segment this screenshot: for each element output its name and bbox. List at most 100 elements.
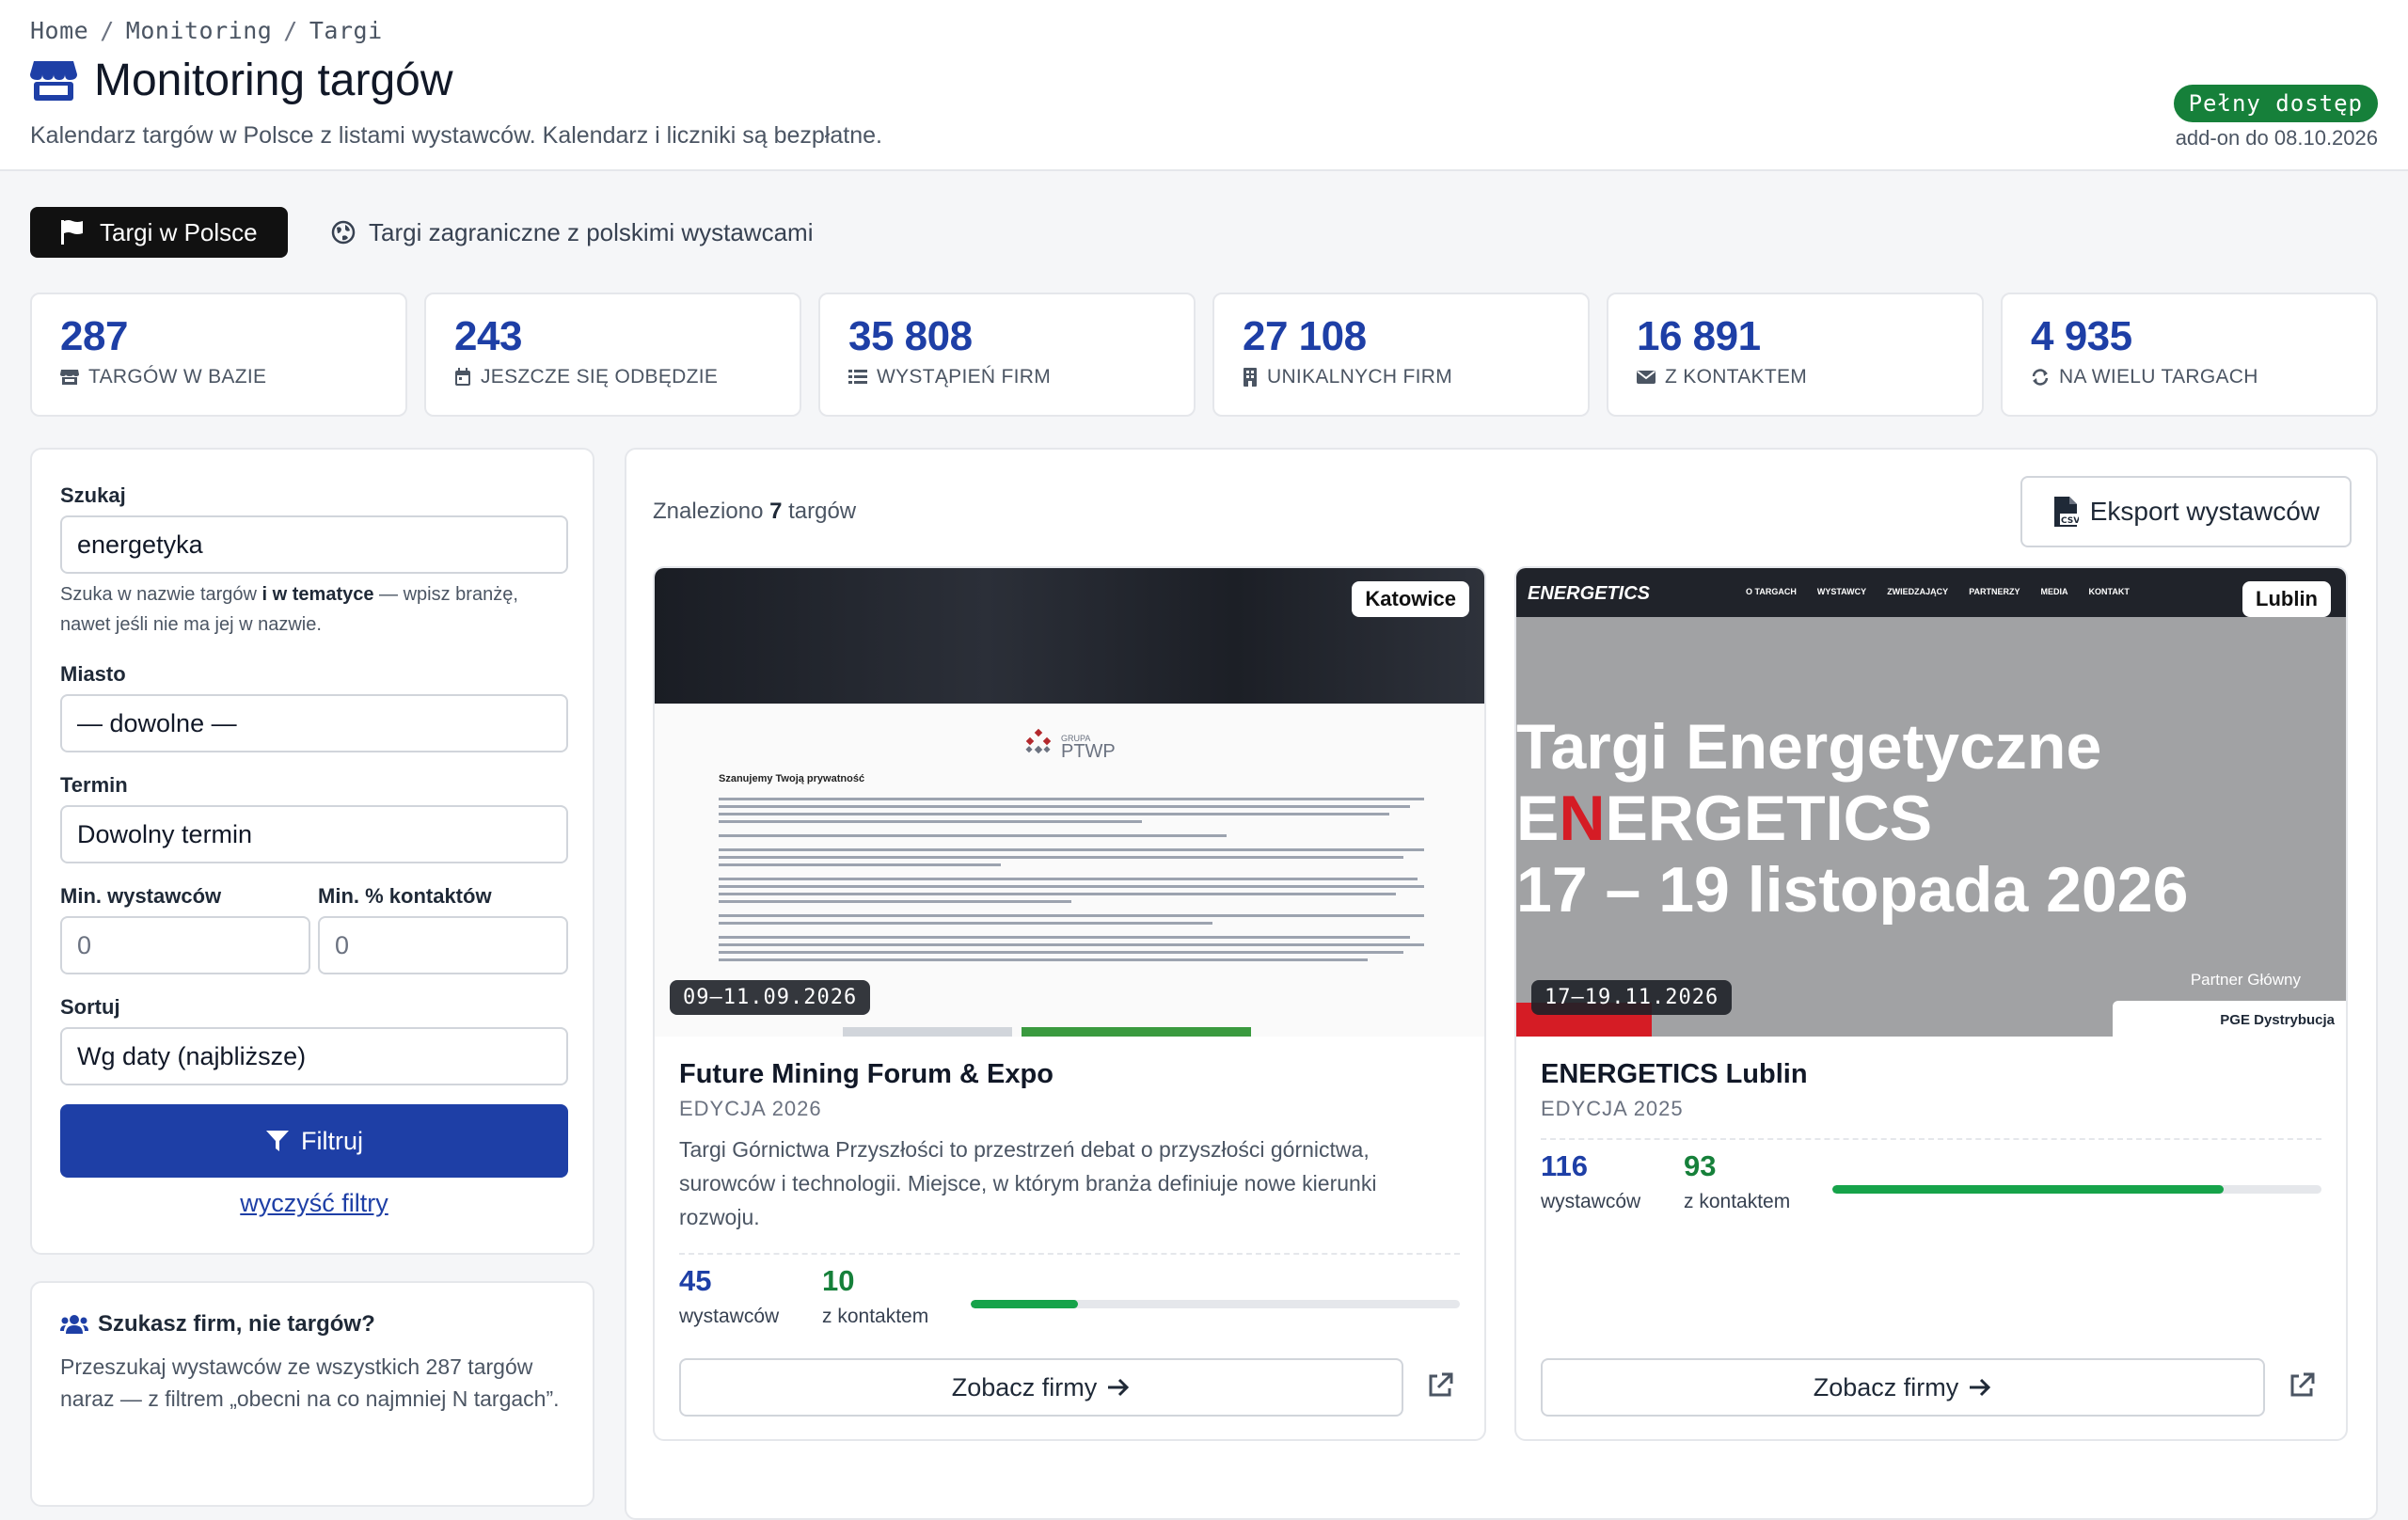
pge-logo-icon: PGE Dystrybucja: [2113, 1001, 2346, 1037]
date-badge: 09–11.09.2026: [670, 980, 871, 1015]
min-contacts-input[interactable]: 0: [318, 916, 568, 974]
clear-filters-link[interactable]: wyczyść filtry: [60, 1189, 568, 1218]
results-panel: Znaleziono 7 targów CSV Eksport wystawcó…: [625, 448, 2378, 1520]
fair-thumbnail[interactable]: GRUPA PTWP Szanujemy Twoją prywatność Kat…: [655, 568, 1484, 1037]
exhibitors-label: wystawców: [679, 1306, 780, 1327]
arrow-right-icon: [1970, 1378, 1991, 1397]
min-exhibitors-input[interactable]: 0: [60, 916, 310, 974]
site-menu: O TARGACH WYSTAWCY ZWIEDZAJĄCY PARTNERZY MED…: [1746, 587, 2130, 596]
see-companies-label: Zobacz firmy: [1813, 1372, 1959, 1401]
stat-card-multiple-fairs: 4 935 NA WIELU TARGACH: [2001, 293, 2378, 417]
stat-value: 35 808: [848, 313, 973, 359]
stat-label: UNIKALNYCH FIRM: [1267, 366, 1453, 388]
sort-select[interactable]: Wg daty (najbliższe): [60, 1027, 568, 1085]
filter-button[interactable]: Filtruj: [60, 1104, 568, 1178]
export-button-label: Eksport wystawców: [2089, 497, 2320, 526]
external-link-icon[interactable]: [1426, 1371, 1454, 1400]
filter-button-label: Filtruj: [301, 1126, 363, 1155]
repeat-icon: [2032, 369, 2049, 386]
term-select[interactable]: Dowolny termin: [60, 805, 568, 863]
stat-value: 27 108: [1243, 313, 1367, 359]
stat-card-appearances: 35 808 WYSTĄPIEŃ FIRM: [818, 293, 1196, 417]
see-companies-button[interactable]: Zobacz firmy: [1541, 1358, 2265, 1417]
contact-ratio-bar: [1832, 1185, 2321, 1194]
users-icon: [60, 1315, 88, 1334]
flag-icon: [61, 220, 83, 245]
energetics-headline: Targi Energetyczne ENERGETICS 17 – 19 li…: [1516, 711, 2189, 926]
results-count: Znaleziono 7 targów: [653, 499, 857, 524]
svg-text:CSV: CSV: [2061, 516, 2079, 526]
stat-label: JESZCZE SIĘ ODBĘDZIE: [481, 366, 719, 388]
csv-file-icon: CSV: [2053, 497, 2079, 527]
breadcrumb: Home / Monitoring / Targi: [30, 17, 383, 44]
privacy-heading: Szanujemy Twoją prywatność: [719, 773, 865, 784]
stat-label: NA WIELU TARGACH: [2059, 366, 2258, 388]
contacts-count: 93: [1684, 1149, 1717, 1182]
search-input[interactable]: energetyka: [60, 515, 568, 574]
stat-card-unique-companies: 27 108 UNIKALNYCH FIRM: [1212, 293, 1590, 417]
filters-panel: Szukaj energetyka Szuka w nazwie targów …: [30, 448, 594, 1255]
funnel-icon: [266, 1131, 289, 1151]
fair-card: ENERGETICS O TARGACH WYSTAWCY ZWIEDZAJĄCY P…: [1514, 566, 2348, 1441]
store-icon: [60, 370, 79, 385]
min-contacts-label: Min. % kontaktów: [318, 884, 492, 908]
fair-title[interactable]: Future Mining Forum & Expo: [679, 1059, 1054, 1090]
arrow-right-icon: [1108, 1378, 1130, 1397]
stat-value: 287: [60, 313, 128, 359]
energetics-logo-icon: ENERGETICS: [1528, 583, 1651, 604]
fair-thumbnail[interactable]: ENERGETICS O TARGACH WYSTAWCY ZWIEDZAJĄCY P…: [1516, 568, 2346, 1037]
city-label: Miasto: [60, 662, 126, 686]
company-search-promo: Szukasz firm, nie targów? Przeszukaj wys…: [30, 1281, 594, 1507]
term-label: Termin: [60, 773, 128, 797]
breadcrumb-current: Targi: [309, 17, 383, 44]
envelope-icon: [1637, 371, 1656, 384]
ptwp-logo-icon: GRUPA PTWP: [1022, 728, 1116, 762]
stat-card-with-contact: 16 891 Z KONTAKTEM: [1607, 293, 1984, 417]
contacts-label: z kontaktem: [822, 1306, 929, 1327]
fair-description: Targi Górnictwa Przyszłości to przestrze…: [679, 1137, 1377, 1229]
contacts-label: z kontaktem: [1684, 1191, 1791, 1212]
stat-label: Z KONTAKTEM: [1665, 366, 1808, 388]
see-companies-label: Zobacz firmy: [951, 1372, 1098, 1401]
min-exhibitors-label: Min. wystawców: [60, 884, 222, 908]
exhibitors-count: 45: [679, 1264, 712, 1297]
promo-title: Szukasz firm, nie targów?: [98, 1311, 375, 1337]
date-badge: 17–19.11.2026: [1531, 980, 1733, 1015]
breadcrumb-home[interactable]: Home: [30, 17, 88, 44]
search-hint: Szuka w nazwie targów i w tematyce — wpi…: [60, 584, 518, 635]
stat-value: 4 935: [2031, 313, 2132, 359]
tab-label: Targi zagraniczne z polskimi wystawcami: [369, 217, 814, 246]
page-header: Home / Monitoring / Targi Monitoring targów …: [0, 0, 2408, 171]
access-badge: Pełny dostęp: [2173, 85, 2378, 122]
stat-label: TARGÓW W BAZIE: [88, 366, 267, 388]
globe-icon: [331, 220, 356, 245]
stat-value: 16 891: [1637, 313, 1761, 359]
tab-targi-w-polsce[interactable]: Targi w Polsce: [30, 207, 288, 258]
stats-row: 287 TARGÓW W BAZIE 243 JESZCZE SIĘ ODBĘD…: [30, 293, 2378, 417]
list-icon: [848, 370, 867, 384]
search-label: Szukaj: [60, 483, 126, 507]
partner-label: Partner Główny: [2190, 971, 2301, 989]
fair-title[interactable]: ENERGETICS Lublin: [1541, 1059, 1808, 1090]
see-companies-button[interactable]: Zobacz firmy: [679, 1358, 1403, 1417]
addon-expiry: add-on do 08.10.2026: [2175, 126, 2378, 150]
tab-targi-zagraniczne[interactable]: Targi zagraniczne z polskimi wystawcami: [331, 207, 813, 258]
stat-label: WYSTĄPIEŃ FIRM: [877, 366, 1052, 388]
city-badge: Lublin: [2242, 581, 2331, 617]
breadcrumb-monitoring[interactable]: Monitoring: [126, 17, 273, 44]
city-badge: Katowice: [1352, 581, 1469, 617]
tab-label: Targi w Polsce: [100, 217, 258, 246]
fair-edition: EDYCJA 2026: [679, 1097, 822, 1120]
contacts-count: 10: [822, 1264, 855, 1297]
contact-ratio-bar: [971, 1300, 1460, 1308]
external-link-icon[interactable]: [2288, 1371, 2316, 1400]
stat-card-fairs: 287 TARGÓW W BAZIE: [30, 293, 407, 417]
page-heading: Monitoring targów: [94, 55, 453, 105]
export-exhibitors-button[interactable]: CSV Eksport wystawców: [2020, 476, 2352, 547]
stat-card-upcoming: 243 JESZCZE SIĘ ODBĘDZIE: [424, 293, 801, 417]
fair-edition: EDYCJA 2025: [1541, 1097, 1684, 1120]
city-select[interactable]: — dowolne —: [60, 694, 568, 752]
exhibitors-count: 116: [1541, 1149, 1589, 1182]
exhibitors-label: wystawców: [1541, 1191, 1641, 1212]
page-title: Monitoring targów: [30, 55, 453, 106]
